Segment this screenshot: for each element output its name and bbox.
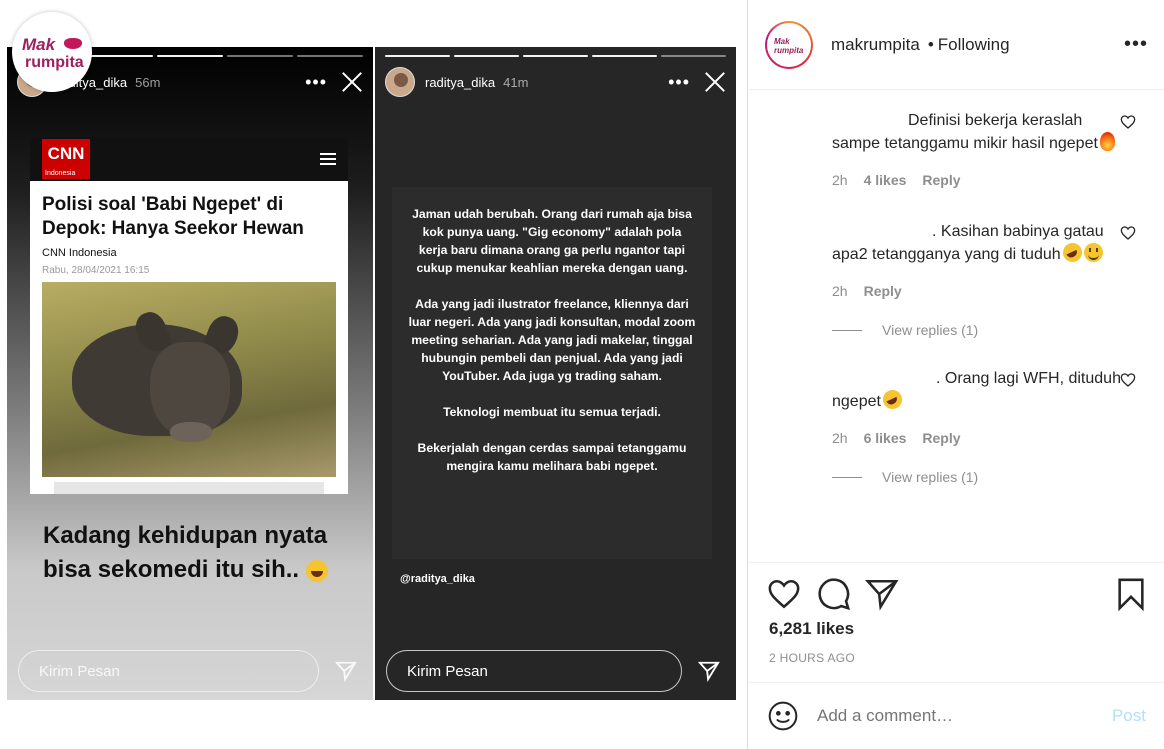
hamburger-menu-icon	[320, 150, 336, 168]
reply-button[interactable]: Reply	[922, 169, 960, 191]
reply-placeholder: Kirim Pesan	[39, 662, 120, 680]
comment-time: 2h	[832, 430, 848, 446]
story-caption: Kadang kehidupan nyata bisa sekomedi itu…	[43, 522, 328, 583]
post-time-ago[interactable]: 2 HOURS AGO	[769, 651, 855, 665]
view-replies-button[interactable]: View replies (1)	[749, 322, 1164, 338]
comment-time: 2h	[832, 172, 848, 188]
save-bookmark-icon[interactable]	[1114, 577, 1148, 611]
instagram-post-view: Mak rumpita raditya_dika 56m ••• CNN Ind…	[0, 0, 1164, 749]
rofl-emoji-icon	[1062, 243, 1082, 262]
lips-icon	[64, 38, 82, 49]
view-replies-button[interactable]: View replies (1)	[749, 469, 1164, 485]
smile-emoji-icon	[1083, 243, 1103, 262]
post-media: raditya_dika 56m ••• CNN Indonesia Polis…	[0, 0, 748, 749]
likes-count[interactable]: 6,281 likes	[769, 619, 854, 639]
comment: . Orang lagi WFH, dituduh ngepet 2h 6 li…	[749, 368, 1164, 449]
story-progress-bar	[385, 55, 726, 57]
news-article-card: CNN Indonesia Polisi soal 'Babi Ngepet' …	[30, 137, 348, 494]
brand-logo-line1: Mak	[22, 35, 56, 54]
avatar[interactable]: Mak rumpita	[765, 20, 813, 69]
post-comment-button[interactable]: Post	[1112, 706, 1146, 726]
article-title: Polisi soal 'Babi Ngepet' di Depok: Hany…	[42, 194, 304, 239]
story-text-card: Jaman udah berubah. Orang dari rumah aja…	[392, 187, 712, 559]
following-button[interactable]: Following	[938, 35, 1010, 55]
add-comment-bar: Post	[749, 682, 1164, 749]
rofl-emoji-icon	[882, 390, 902, 409]
news-header: CNN Indonesia	[30, 137, 348, 181]
share-send-icon[interactable]	[865, 577, 899, 611]
heart-icon[interactable]	[1120, 114, 1136, 130]
comments-list: Definisi bekerja keraslah sampe tetangga…	[749, 110, 1164, 485]
send-icon[interactable]	[698, 660, 720, 682]
comment-text: . Orang lagi WFH, dituduh ngepet	[832, 370, 1121, 410]
comment-meta: 2h 6 likes Reply	[832, 427, 1124, 449]
cnn-logo: CNN Indonesia	[42, 139, 90, 179]
separator-dot: •	[927, 34, 934, 54]
comment-bubble-icon[interactable]	[817, 577, 851, 611]
wild-boar-photo	[42, 282, 336, 477]
story-reply-field[interactable]: Kirim Pesan	[386, 650, 682, 692]
close-icon[interactable]	[704, 71, 726, 93]
reply-button[interactable]: Reply	[864, 280, 902, 302]
post-header: Mak rumpita makrumpita • Following •••	[749, 0, 1164, 90]
story-paragraph: Jaman udah berubah. Orang dari rumah aja…	[412, 207, 692, 275]
more-options-icon[interactable]: •••	[668, 72, 690, 93]
like-heart-icon[interactable]	[767, 577, 801, 611]
comment-time: 2h	[832, 283, 848, 299]
story-reply-field[interactable]: Kirim Pesan	[18, 650, 319, 692]
fire-emoji-icon	[1099, 132, 1115, 151]
reply-button[interactable]: Reply	[922, 427, 960, 449]
comment-text: Definisi bekerja keraslah sampe tetangga…	[832, 112, 1098, 152]
article-source: CNN Indonesia	[42, 247, 117, 259]
close-icon[interactable]	[341, 71, 363, 93]
comment-text: . Kasihan babinya gatau apa2 tetangganya…	[832, 223, 1104, 263]
more-options-icon[interactable]: •••	[305, 72, 327, 93]
avatar[interactable]	[385, 67, 415, 97]
brand-logo-line2: rumpita	[25, 54, 84, 71]
story-paragraph: Bekerjalah dengan cerdas sampai tetangga…	[417, 441, 687, 473]
comment: Definisi bekerja keraslah sampe tetangga…	[749, 110, 1164, 191]
more-options-icon[interactable]: •••	[1124, 33, 1148, 56]
article-date: Rabu, 28/04/2021 16:15	[42, 265, 150, 276]
send-icon[interactable]	[335, 660, 357, 682]
post-sidebar: Mak rumpita makrumpita • Following ••• D…	[749, 0, 1164, 749]
comment-input[interactable]	[817, 706, 1087, 726]
story-time: 41m	[503, 74, 529, 90]
comment-meta: 2h Reply	[832, 280, 1124, 302]
story-header: raditya_dika 41m •••	[385, 67, 726, 97]
post-username[interactable]: makrumpita	[831, 35, 920, 55]
comment-likes[interactable]: 6 likes	[864, 427, 907, 449]
story-paragraph: Teknologi membuat itu semua terjadi.	[443, 405, 661, 419]
story-mention[interactable]: @raditya_dika	[400, 573, 475, 585]
emoji-picker-icon[interactable]	[767, 700, 799, 732]
laughing-emoji-icon	[305, 559, 328, 582]
heart-icon[interactable]	[1120, 225, 1136, 241]
comment-meta: 2h 4 likes Reply	[832, 169, 1124, 191]
story-screenshot-2: raditya_dika 41m ••• Jaman udah berubah.…	[375, 47, 736, 700]
story-screenshot-1: raditya_dika 56m ••• CNN Indonesia Polis…	[7, 47, 373, 700]
story-paragraph: Ada yang jadi ilustrator freelance, klie…	[408, 297, 696, 383]
comment: . Kasihan babinya gatau apa2 tetangganya…	[749, 221, 1164, 302]
article-scroll-strip	[54, 482, 324, 494]
reply-placeholder: Kirim Pesan	[407, 662, 488, 680]
story-username[interactable]: raditya_dika	[425, 75, 495, 90]
comment-likes[interactable]: 4 likes	[864, 169, 907, 191]
heart-icon[interactable]	[1120, 372, 1136, 388]
story-time: 56m	[135, 74, 161, 90]
brand-logo-badge: Mak rumpita	[12, 12, 92, 92]
